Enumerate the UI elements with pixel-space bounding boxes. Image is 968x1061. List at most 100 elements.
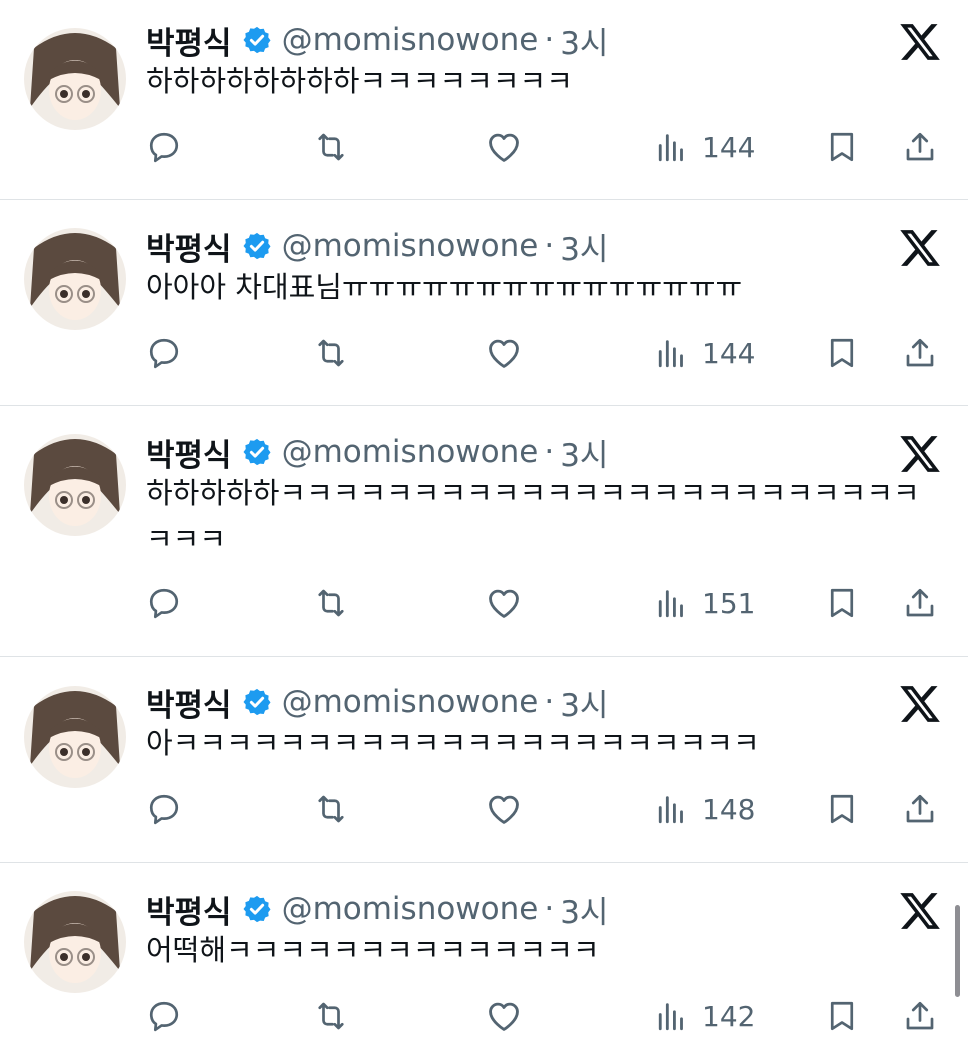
reply-button[interactable] xyxy=(146,328,182,378)
views-icon xyxy=(658,590,683,618)
tweet-divider xyxy=(0,405,968,406)
retweet-icon xyxy=(318,133,344,161)
timestamp[interactable]: 3시 xyxy=(560,18,608,63)
separator-dot: · xyxy=(544,22,555,58)
avatar[interactable] xyxy=(24,28,126,130)
retweet-button[interactable] xyxy=(312,578,350,628)
user-handle[interactable]: @momisnowone xyxy=(282,228,539,264)
tweet-actions: 148 xyxy=(146,784,946,834)
tweet-text: 하하하하하ㅋㅋㅋㅋㅋㅋㅋㅋㅋㅋㅋㅋㅋㅋㅋㅋㅋㅋㅋㅋㅋㅋㅋㅋㅋㅋㅋ xyxy=(146,476,920,556)
views-icon xyxy=(658,340,683,368)
tweet-divider xyxy=(0,656,968,657)
display-name[interactable]: 박평식 xyxy=(146,430,232,475)
tweet-divider xyxy=(0,862,968,863)
views-count: 151 xyxy=(702,586,756,620)
tweet-header: 박평식 @momisnowone · 3시 xyxy=(146,16,608,64)
share-icon xyxy=(906,1001,934,1030)
timestamp[interactable]: 3시 xyxy=(560,430,608,475)
share-button[interactable] xyxy=(902,578,938,628)
like-button[interactable] xyxy=(484,328,524,378)
bookmark-icon xyxy=(830,588,854,618)
avatar[interactable] xyxy=(24,891,126,993)
user-handle[interactable]: @momisnowone xyxy=(282,891,539,927)
retweet-button[interactable] xyxy=(312,328,350,378)
tweet[interactable]: 박평식 @momisnowone · 3시 아ㅋㅋㅋㅋㅋㅋㅋㅋㅋㅋㅋㅋㅋㅋㅋㅋㅋ… xyxy=(0,662,968,862)
display-name[interactable]: 박평식 xyxy=(146,680,232,725)
share-button[interactable] xyxy=(902,991,938,1041)
like-button[interactable] xyxy=(484,991,524,1041)
reply-button[interactable] xyxy=(146,122,182,172)
tweet[interactable]: 박평식 @momisnowone · 3시 아아아 차대표님ㅠㅠㅠㅠㅠㅠㅠㅠㅠㅠ… xyxy=(0,206,968,406)
separator-dot: · xyxy=(544,228,555,264)
views-button[interactable]: 151 xyxy=(656,578,755,628)
avatar[interactable] xyxy=(24,434,126,536)
views-count: 142 xyxy=(702,999,756,1033)
bookmark-button[interactable] xyxy=(824,122,860,172)
user-handle[interactable]: @momisnowone xyxy=(282,22,539,58)
user-handle[interactable]: @momisnowone xyxy=(282,434,539,470)
tweet[interactable]: 박평식 @momisnowone · 3시 하하하하하ㅋㅋㅋㅋㅋㅋㅋㅋㅋㅋㅋㅋㅋ… xyxy=(0,412,968,657)
like-button[interactable] xyxy=(484,784,524,834)
retweet-button[interactable] xyxy=(312,122,350,172)
separator-dot: · xyxy=(544,891,555,927)
display-name[interactable]: 박평식 xyxy=(146,887,232,932)
bookmark-icon xyxy=(830,338,854,368)
user-handle[interactable]: @momisnowone xyxy=(282,684,539,720)
bookmark-button[interactable] xyxy=(824,991,860,1041)
share-button[interactable] xyxy=(902,122,938,172)
reply-icon xyxy=(149,588,179,619)
bookmark-icon xyxy=(830,132,854,162)
views-icon xyxy=(658,134,683,162)
tweet-header: 박평식 @momisnowone · 3시 xyxy=(146,678,608,726)
tweet-text: 어떡해ㅋㅋㅋㅋㅋㅋㅋㅋㅋㅋㅋㅋㅋㅋ xyxy=(146,933,600,967)
avatar[interactable] xyxy=(24,686,126,788)
views-count: 148 xyxy=(702,792,756,826)
like-button[interactable] xyxy=(484,122,524,172)
views-count: 144 xyxy=(702,336,756,370)
tweet[interactable]: 박평식 @momisnowone · 3시 하하하하하하하하ㅋㅋㅋㅋㅋㅋㅋㅋ 1… xyxy=(0,0,968,200)
timestamp[interactable]: 3시 xyxy=(560,680,608,725)
views-button[interactable]: 148 xyxy=(656,784,755,834)
timestamp[interactable]: 3시 xyxy=(560,224,608,269)
tweet[interactable]: 박평식 @momisnowone · 3시 어떡해ㅋㅋㅋㅋㅋㅋㅋㅋㅋㅋㅋㅋㅋㅋ … xyxy=(0,869,968,1061)
reply-button[interactable] xyxy=(146,578,182,628)
share-icon xyxy=(906,338,934,367)
retweet-button[interactable] xyxy=(312,991,350,1041)
tweet-actions: 144 xyxy=(146,122,946,172)
retweet-button[interactable] xyxy=(312,784,350,834)
reply-button[interactable] xyxy=(146,784,182,834)
views-icon xyxy=(658,796,683,824)
tweet-divider xyxy=(0,199,968,200)
separator-dot: · xyxy=(544,434,555,470)
bookmark-button[interactable] xyxy=(824,784,860,834)
separator-dot: · xyxy=(544,684,555,720)
share-button[interactable] xyxy=(902,328,938,378)
views-button[interactable]: 142 xyxy=(656,991,755,1041)
reply-button[interactable] xyxy=(146,991,182,1041)
tweet-header: 박평식 @momisnowone · 3시 xyxy=(146,885,608,933)
tweet-text: 아아아 차대표님ㅠㅠㅠㅠㅠㅠㅠㅠㅠㅠㅠㅠㅠㅠㅠ xyxy=(146,270,743,304)
reply-icon xyxy=(149,1001,179,1032)
verified-badge-icon xyxy=(243,688,271,716)
retweet-icon xyxy=(318,1002,344,1030)
bookmark-button[interactable] xyxy=(824,328,860,378)
share-button[interactable] xyxy=(902,784,938,834)
reply-icon xyxy=(149,794,179,825)
views-button[interactable]: 144 xyxy=(656,328,755,378)
like-button[interactable] xyxy=(484,578,524,628)
timestamp[interactable]: 3시 xyxy=(560,887,608,932)
bookmark-icon xyxy=(830,794,854,824)
retweet-icon xyxy=(318,795,344,823)
display-name[interactable]: 박평식 xyxy=(146,224,232,269)
scrollbar[interactable] xyxy=(955,905,960,997)
tweet-text: 아ㅋㅋㅋㅋㅋㅋㅋㅋㅋㅋㅋㅋㅋㅋㅋㅋㅋㅋㅋㅋㅋㅋ xyxy=(146,726,760,760)
retweet-icon xyxy=(318,589,344,617)
views-button[interactable]: 144 xyxy=(656,122,755,172)
display-name[interactable]: 박평식 xyxy=(146,18,232,63)
views-icon xyxy=(658,1003,683,1031)
avatar[interactable] xyxy=(24,228,126,330)
like-icon xyxy=(489,589,519,618)
verified-badge-icon xyxy=(243,895,271,923)
bookmark-button[interactable] xyxy=(824,578,860,628)
tweet-actions: 144 xyxy=(146,328,946,378)
